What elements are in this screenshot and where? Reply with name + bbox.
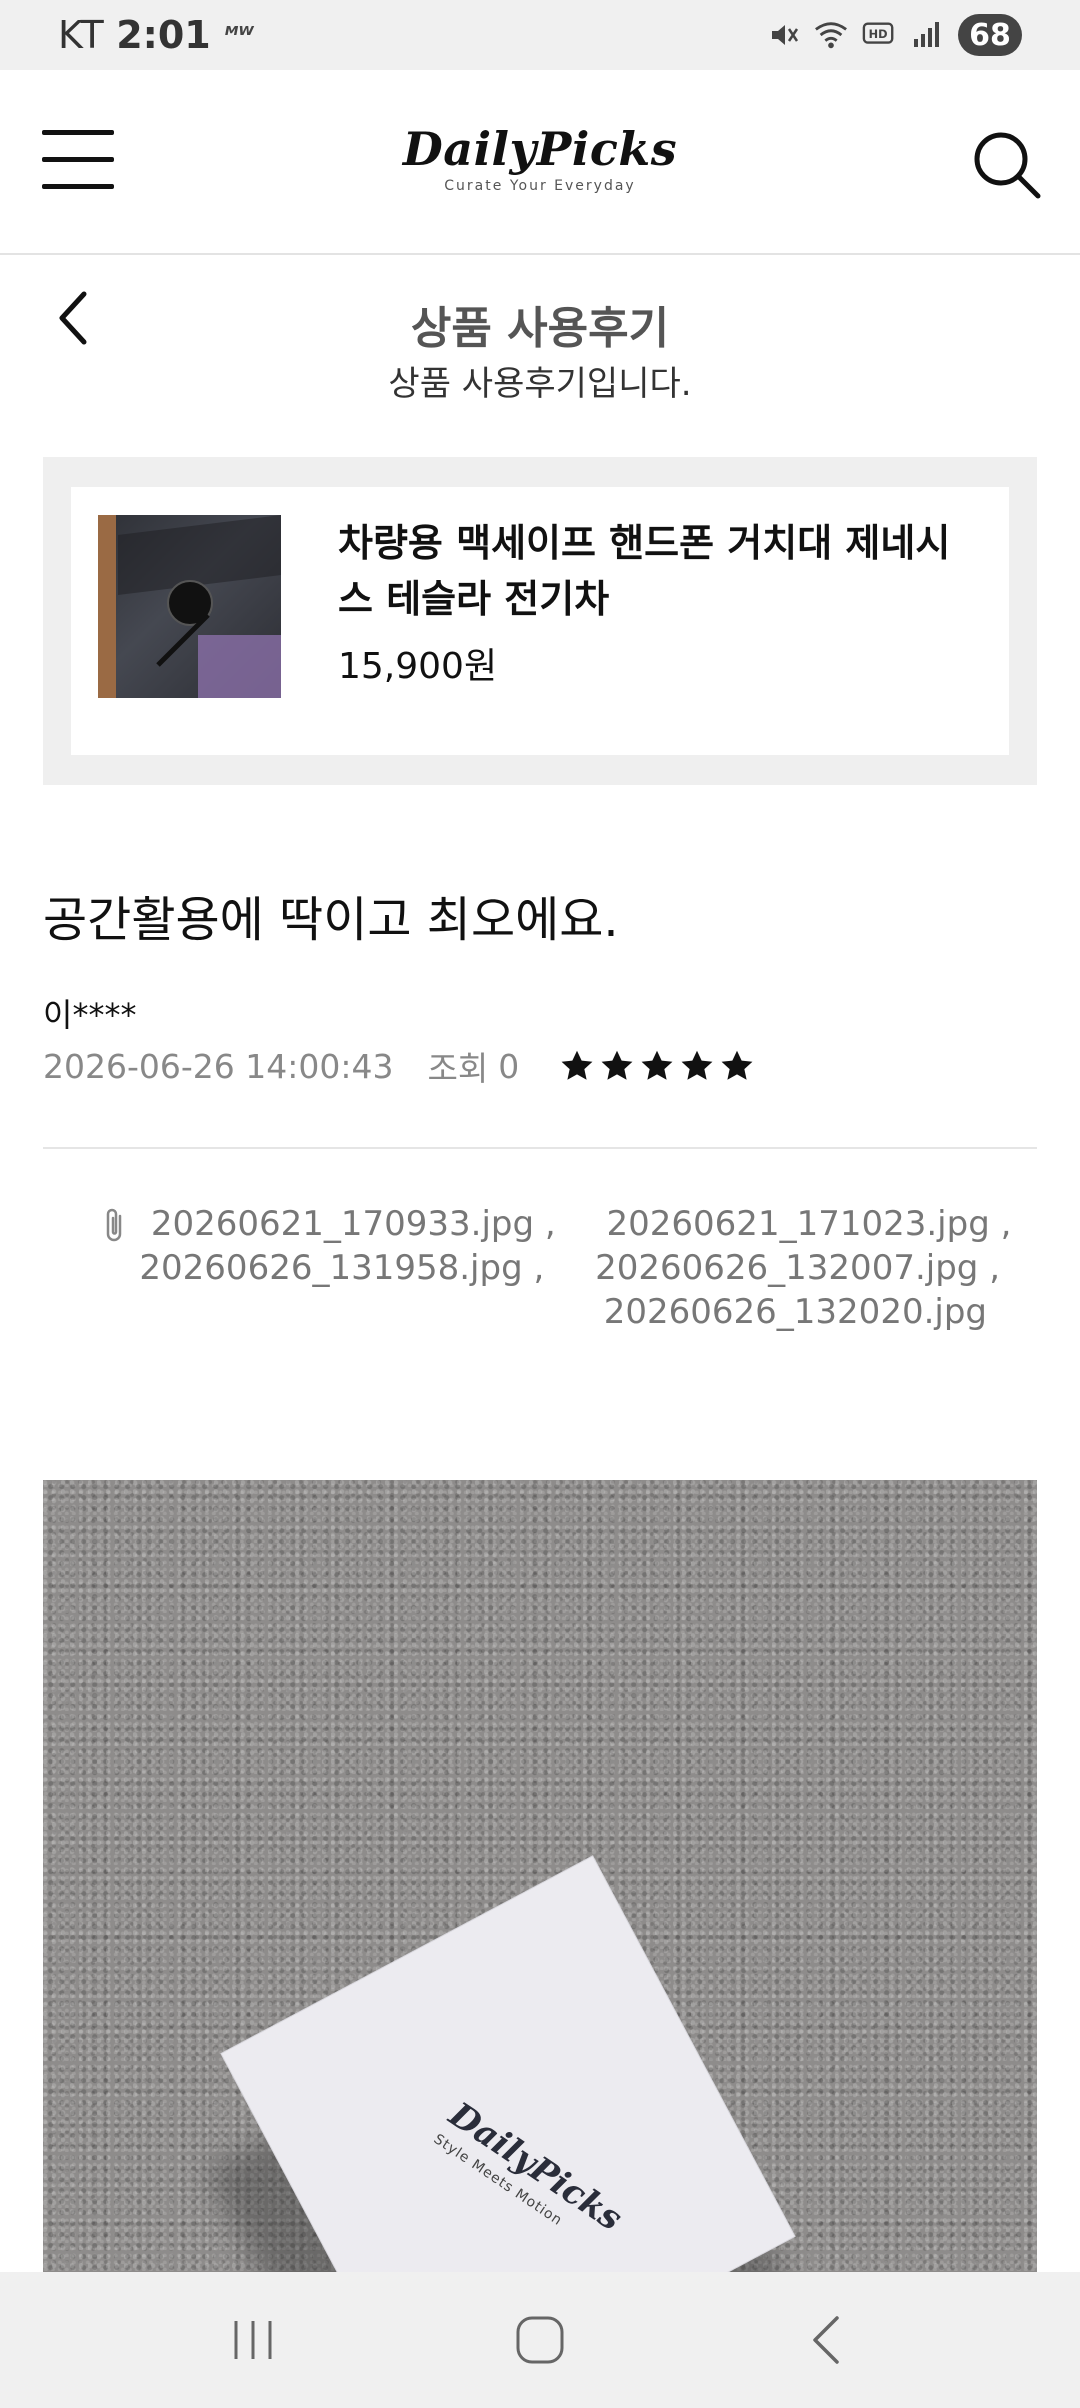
star-icon xyxy=(601,1050,633,1080)
views-label: 조회 xyxy=(427,1049,489,1088)
search-icon[interactable] xyxy=(970,128,1042,200)
carrier-label: KT xyxy=(58,13,105,57)
notification-icon: ᴹᵂ xyxy=(224,22,254,48)
attachment-separator: , xyxy=(1000,1204,1012,1244)
wifi-icon xyxy=(814,18,848,52)
review-title: 공간활용에 딱이고 최오에요. xyxy=(43,892,619,948)
box-label: DailyPicks Style Meets Motion xyxy=(431,2095,630,2256)
app-header: DailyPicks Curate Your Everyday xyxy=(0,70,1080,255)
star-icon xyxy=(681,1050,713,1080)
attachment-separator: , xyxy=(533,1248,545,1288)
star-rating xyxy=(559,1048,755,1084)
paperclip-icon xyxy=(100,1206,130,1246)
product-name[interactable]: 차량용 맥세이프 핸드폰 거치대 제네시스 테슬라 전기차 xyxy=(338,515,978,627)
star-icon xyxy=(721,1050,753,1080)
battery-indicator: 68 xyxy=(958,14,1022,56)
attachment-separator: , xyxy=(989,1248,1000,1288)
logo-tagline: Curate Your Everyday xyxy=(444,178,636,194)
recent-apps-icon[interactable] xyxy=(208,2305,298,2375)
back-icon[interactable] xyxy=(782,2305,872,2375)
review-author: 이**** xyxy=(43,996,137,1034)
signal-icon xyxy=(910,18,944,52)
star-icon xyxy=(641,1050,673,1080)
divider xyxy=(43,1147,1037,1149)
attachment-link[interactable]: 20260626_132020.jpg xyxy=(604,1292,987,1332)
star-icon xyxy=(561,1050,593,1080)
svg-text:HD: HD xyxy=(869,27,888,41)
page-title: 상품 사용후기 xyxy=(410,303,670,354)
hd-voice-icon: HD xyxy=(862,18,896,52)
product-summary: 차량용 맥세이프 핸드폰 거치대 제네시스 테슬라 전기차 15,900원 xyxy=(43,457,1037,785)
clock: 2:01 xyxy=(116,13,211,57)
product-thumbnail[interactable] xyxy=(98,515,281,698)
status-bar: KT 2:01 ᴹᵂ HD 68 xyxy=(0,0,1080,70)
product-card[interactable]: 차량용 맥세이프 핸드폰 거치대 제네시스 테슬라 전기차 15,900원 xyxy=(71,487,1009,755)
product-price: 15,900원 xyxy=(338,646,498,687)
product-box: DailyPicks Style Meets Motion xyxy=(221,1856,795,2272)
attachment-link[interactable]: 20260621_171023.jpg xyxy=(607,1204,990,1244)
review-meta: 2026-06-26 14:00:43 조회 0 xyxy=(43,1042,755,1090)
review-date: 2026-06-26 14:00:43 xyxy=(43,1046,394,1086)
brand-logo[interactable]: DailyPicks Curate Your Everyday xyxy=(0,122,1080,194)
attachment-link[interactable]: 20260626_132007.jpg xyxy=(595,1248,978,1288)
logo-text: DailyPicks xyxy=(402,122,678,176)
attachment-separator: , xyxy=(544,1204,556,1244)
attachment-link[interactable]: 20260621_170933.jpg xyxy=(151,1204,534,1244)
page-subtitle: 상품 사용후기입니다. xyxy=(388,364,692,404)
attachment-list: 20260621_170933.jpg , 20260621_171023.jp… xyxy=(100,1202,1011,1334)
views-count: 0 xyxy=(498,1046,520,1086)
mute-icon xyxy=(766,18,800,52)
review-photo[interactable]: DailyPicks Style Meets Motion xyxy=(43,1480,1037,2272)
system-navigation-bar xyxy=(0,2272,1080,2408)
attachment-link[interactable]: 20260626_131958.jpg xyxy=(139,1248,522,1288)
home-icon[interactable] xyxy=(495,2305,585,2375)
